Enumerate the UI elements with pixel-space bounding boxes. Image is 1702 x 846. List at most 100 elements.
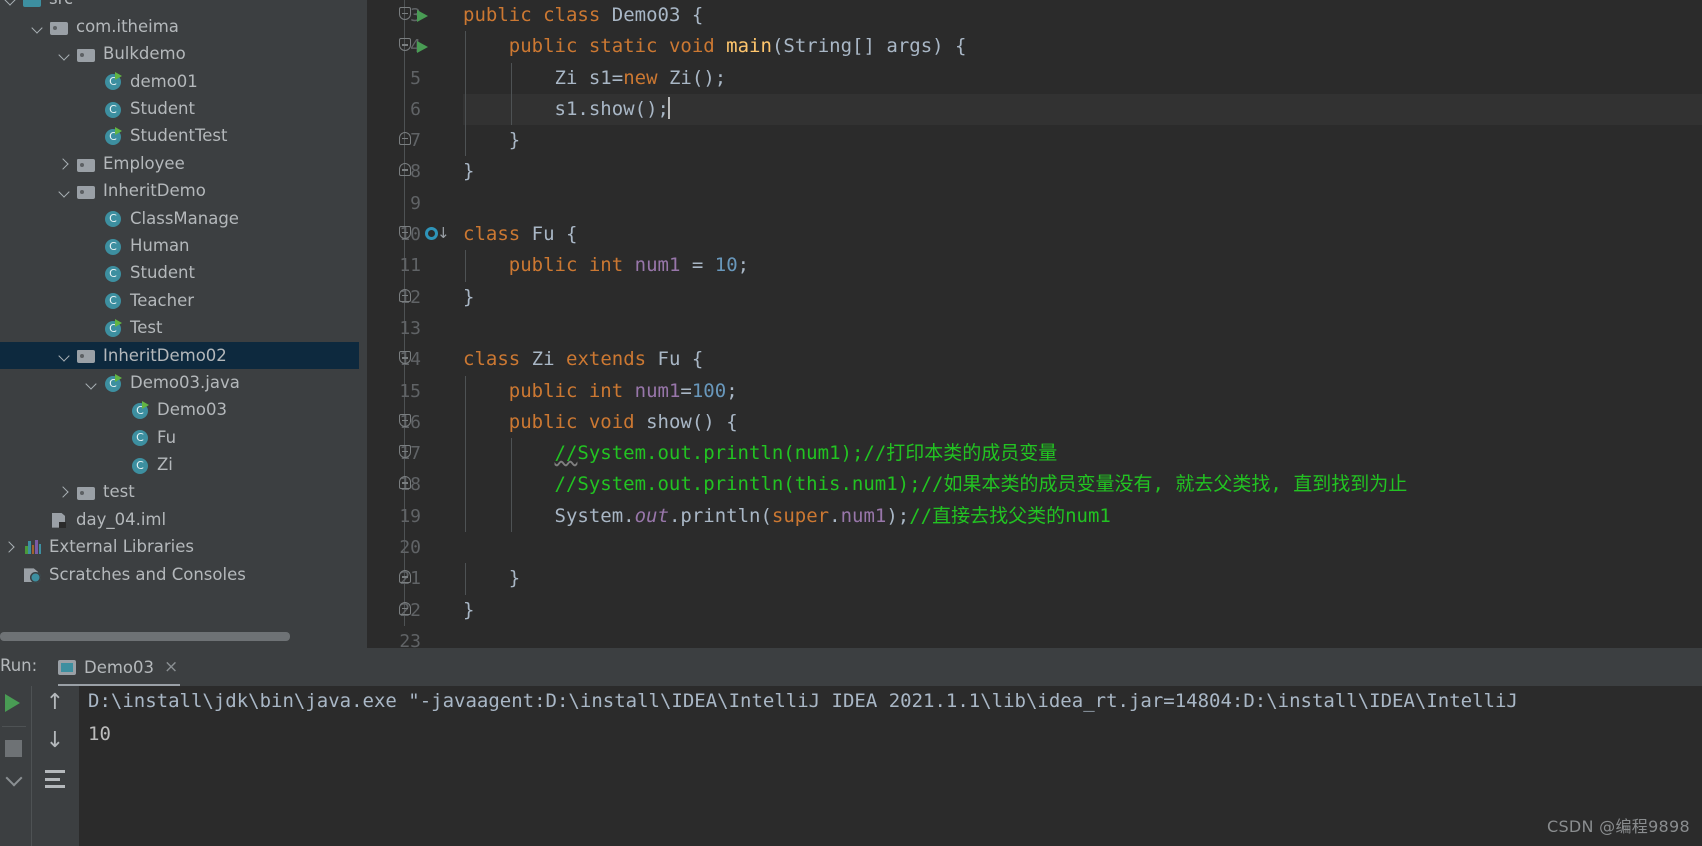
tree-item-employee[interactable]: Employee <box>0 150 359 177</box>
code-line-20[interactable]: 20 <box>359 532 1702 564</box>
code-line-8[interactable]: 8} <box>359 156 1702 188</box>
chevron-right-icon[interactable] <box>4 540 19 555</box>
run-gutter-icon[interactable] <box>417 41 428 54</box>
run-toolbar-secondary[interactable]: ↑ ↓ <box>31 686 80 846</box>
tree-item-teacher[interactable]: Teacher <box>0 287 359 314</box>
tree-item-inheritdemo[interactable]: InheritDemo <box>0 178 359 205</box>
code-editor[interactable]: 3 public class Demo03 {4 public static vo… <box>359 0 1702 648</box>
run-tool-window[interactable]: Run: Demo03 × ↑ ↓ D:\install\jdk\bin\jav… <box>0 648 1702 846</box>
chevron-down-icon[interactable] <box>4 0 19 7</box>
gutter-icons[interactable] <box>411 94 463 125</box>
chevron-right-icon[interactable] <box>58 157 73 172</box>
tree-item-day-04-iml[interactable]: day_04.iml <box>0 506 359 533</box>
code-line-17[interactable]: 17 //System.out.println(num1);//打印本类的成员变… <box>359 438 1702 470</box>
code-line-12[interactable]: 12} <box>359 281 1702 313</box>
fold-collapse-icon[interactable] <box>398 282 413 313</box>
gutter-icons[interactable]: ↓ <box>411 219 463 250</box>
fold-collapse-icon[interactable] <box>398 469 413 500</box>
code-line-21[interactable]: 21 } <box>359 563 1702 595</box>
fold-expand-icon[interactable] <box>398 407 413 438</box>
code-line-16[interactable]: 16 public void show() { <box>359 406 1702 439</box>
tree-item-bulkdemo[interactable]: Bulkdemo <box>0 41 359 68</box>
tree-item-zi[interactable]: Zi <box>0 452 359 479</box>
gutter-icons[interactable] <box>411 125 463 156</box>
stop-icon[interactable] <box>5 740 22 757</box>
gutter-icons[interactable] <box>411 282 463 313</box>
code-line-14[interactable]: 14 class Zi extends Fu { <box>359 344 1702 376</box>
code-line-7[interactable]: 7 } <box>359 125 1702 157</box>
tree-item-com-itheima[interactable]: com.itheima <box>0 13 359 40</box>
gutter-icons[interactable] <box>411 501 463 532</box>
close-icon[interactable]: × <box>164 658 178 676</box>
chevron-down-icon[interactable] <box>58 47 73 62</box>
fold-collapse-icon[interactable] <box>398 563 413 594</box>
run-toolbar-primary[interactable] <box>0 686 31 846</box>
gutter-icons[interactable] <box>411 344 463 375</box>
fold-collapse-icon[interactable] <box>398 595 413 626</box>
gutter-icons[interactable] <box>411 250 463 281</box>
chevron-right-icon[interactable] <box>58 485 73 500</box>
chevron-down-icon[interactable] <box>58 184 73 199</box>
gutter-icons[interactable] <box>411 313 463 344</box>
gutter-icons[interactable] <box>411 407 463 438</box>
tree-item-inheritdemo02[interactable]: InheritDemo02 <box>0 342 359 370</box>
fold-expand-icon[interactable] <box>398 344 413 375</box>
code-line-13[interactable]: 13 <box>359 312 1702 345</box>
tree-item-external-libraries[interactable]: External Libraries <box>0 534 359 561</box>
tree-item-studenttest[interactable]: StudentTest <box>0 123 359 150</box>
gutter-icons[interactable] <box>411 376 463 407</box>
code-line-22[interactable]: 22} <box>359 594 1702 626</box>
gutter-icons[interactable] <box>411 63 463 94</box>
fold-collapse-icon[interactable] <box>398 125 413 156</box>
tree-item-demo03[interactable]: Demo03 <box>0 397 359 424</box>
code-line-11[interactable]: 11 public int num1 = 10; <box>359 250 1702 282</box>
code-line-19[interactable]: 19 System.out.println(super.num1);//直接去找… <box>359 500 1702 533</box>
tree-item-demo01[interactable]: demo01 <box>0 68 359 95</box>
gutter-icons[interactable] <box>411 626 463 648</box>
code-line-5[interactable]: 5 Zi s1=new Zi(); <box>359 62 1702 94</box>
chevron-down-icon[interactable] <box>31 20 46 35</box>
gutter-icons[interactable] <box>411 188 463 219</box>
chevron-down-icon[interactable] <box>5 769 23 787</box>
project-tool-window[interactable]: srccom.itheima Bulkdemo demo01 Student Stude… <box>0 0 359 648</box>
soft-wrap-icon[interactable] <box>45 770 65 788</box>
gutter-icons[interactable] <box>411 0 463 31</box>
gutter-icons[interactable] <box>411 156 463 187</box>
down-arrow-icon[interactable]: ↓ <box>45 730 65 752</box>
fold-collapse-icon[interactable] <box>398 156 413 187</box>
project-tree[interactable]: srccom.itheima Bulkdemo demo01 Student Stude… <box>0 0 359 589</box>
tree-item-human[interactable]: Human <box>0 233 359 260</box>
code-line-9[interactable]: 9 <box>359 187 1702 220</box>
code-line-15[interactable]: 15 public int num1=100; <box>359 375 1702 407</box>
code-line-3[interactable]: 3 public class Demo03 { <box>359 0 1702 32</box>
gutter-icons[interactable] <box>411 595 463 626</box>
gutter-icons[interactable] <box>411 469 463 500</box>
code-line-10[interactable]: 10 ↓ class Fu { <box>359 219 1702 251</box>
tree-item-test[interactable]: test <box>0 479 359 506</box>
chevron-down-icon[interactable] <box>85 376 100 391</box>
tree-item-demo03-java[interactable]: Demo03.java <box>0 369 359 396</box>
up-arrow-icon[interactable]: ↑ <box>45 692 65 714</box>
fold-expand-icon[interactable] <box>398 31 413 62</box>
project-horizontal-scrollbar[interactable] <box>0 632 290 641</box>
code-line-23[interactable]: 23 <box>359 626 1702 648</box>
tree-item-student[interactable]: Student <box>0 96 359 123</box>
tree-item-scratches-and-consoles[interactable]: Scratches and Consoles <box>0 561 359 588</box>
gutter-icons[interactable] <box>411 563 463 594</box>
gutter-icons[interactable] <box>411 31 463 62</box>
tree-item-test[interactable]: Test <box>0 315 359 342</box>
gutter-icons[interactable] <box>411 532 463 563</box>
fold-expand-icon[interactable] <box>398 219 413 250</box>
fold-expand-icon[interactable] <box>398 438 413 469</box>
code-line-6[interactable]: 6 s1.show(); <box>359 93 1702 126</box>
tree-item-fu[interactable]: Fu <box>0 424 359 451</box>
editor-lines[interactable]: 3 public class Demo03 {4 public static vo… <box>359 0 1702 648</box>
tree-item-src[interactable]: src <box>0 0 359 13</box>
console-output[interactable]: D:\install\jdk\bin\java.exe "-javaagent:… <box>79 686 1702 846</box>
run-gutter-icon[interactable] <box>417 10 428 22</box>
rerun-icon[interactable] <box>5 694 20 712</box>
code-line-4[interactable]: 4 public static void main(String[] args)… <box>359 31 1702 63</box>
code-line-18[interactable]: 18 //System.out.println(this.num1);//如果本… <box>359 469 1702 501</box>
fold-expand-icon[interactable] <box>398 0 413 31</box>
chevron-down-icon[interactable] <box>58 348 73 363</box>
